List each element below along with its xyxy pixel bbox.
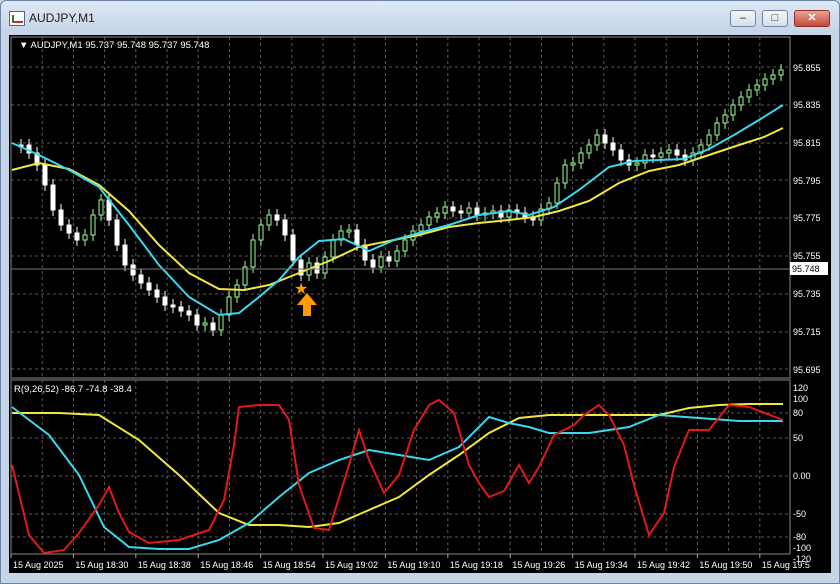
indicator-tick: 100: [793, 394, 808, 404]
time-tick: 15 Aug 18:38: [138, 560, 191, 570]
chart-svg[interactable]: ★ ▼ AUDJPY,M1 95.737 95.748 95.737 95.74…: [9, 35, 831, 573]
indicator-panel-info: R(9,26,52) -86.7 -74.8 -38.4: [14, 384, 132, 395]
current-price-label: 95.748: [792, 264, 820, 274]
close-icon: ✕: [807, 12, 817, 24]
price-tick: 95.795: [793, 176, 821, 186]
time-tick: 15 Aug 18:46: [200, 560, 253, 570]
price-tick: 95.755: [793, 251, 821, 261]
time-tick: 15 Aug 19:18: [450, 560, 503, 570]
price-tick: 95.855: [793, 63, 821, 73]
time-tick: 15 Aug 19:02: [325, 560, 378, 570]
price-axis: 95.855 95.835 95.815 95.795 95.775 95.75…: [793, 63, 821, 375]
chart-window: AUDJPY,M1 – □ ✕ ★ ▼ AUDJPY,M1 95.737 95.…: [0, 0, 840, 584]
indicator-tick: -80: [793, 532, 806, 542]
time-tick: 15 Aug 19:50: [699, 560, 752, 570]
time-tick: 15 Aug 18:54: [263, 560, 316, 570]
title-bar[interactable]: AUDJPY,M1 – □ ✕: [1, 1, 839, 35]
price-tick: 95.815: [793, 138, 821, 148]
indicator-tick: -100: [793, 543, 811, 553]
maximize-button[interactable]: □: [762, 10, 788, 27]
minimize-icon: –: [739, 12, 747, 24]
time-tick: 15 Aug 18:30: [75, 560, 128, 570]
minimize-button[interactable]: –: [730, 10, 756, 27]
time-tick: 15 Aug 19:26: [512, 560, 565, 570]
time-tick: 15 Aug 19:42: [637, 560, 690, 570]
indicator-tick: 120: [793, 383, 808, 393]
indicator-tick: 0.00: [793, 471, 811, 481]
price-tick: 95.735: [793, 289, 821, 299]
price-tick: 95.835: [793, 100, 821, 110]
chart-window-icon: [9, 11, 25, 26]
time-tick: 15 Aug 19:5: [762, 560, 810, 570]
price-tick: 95.695: [793, 365, 821, 375]
indicator-tick: 80: [793, 408, 803, 418]
price-tick: 95.715: [793, 327, 821, 337]
maximize-icon: □: [771, 12, 779, 24]
chart-canvas[interactable]: ★ ▼ AUDJPY,M1 95.737 95.748 95.737 95.74…: [9, 35, 831, 573]
time-tick: 15 Aug 2025: [13, 560, 64, 570]
time-tick: 15 Aug 19:34: [575, 560, 628, 570]
window-title: AUDJPY,M1: [29, 11, 95, 25]
close-button[interactable]: ✕: [794, 10, 830, 27]
price-panel-info: ▼ AUDJPY,M1 95.737 95.748 95.737 95.748: [19, 40, 209, 51]
time-tick: 15 Aug 19:10: [387, 560, 440, 570]
indicator-tick: -50: [793, 509, 806, 519]
price-tick: 95.775: [793, 213, 821, 223]
indicator-tick: 50: [793, 433, 803, 443]
